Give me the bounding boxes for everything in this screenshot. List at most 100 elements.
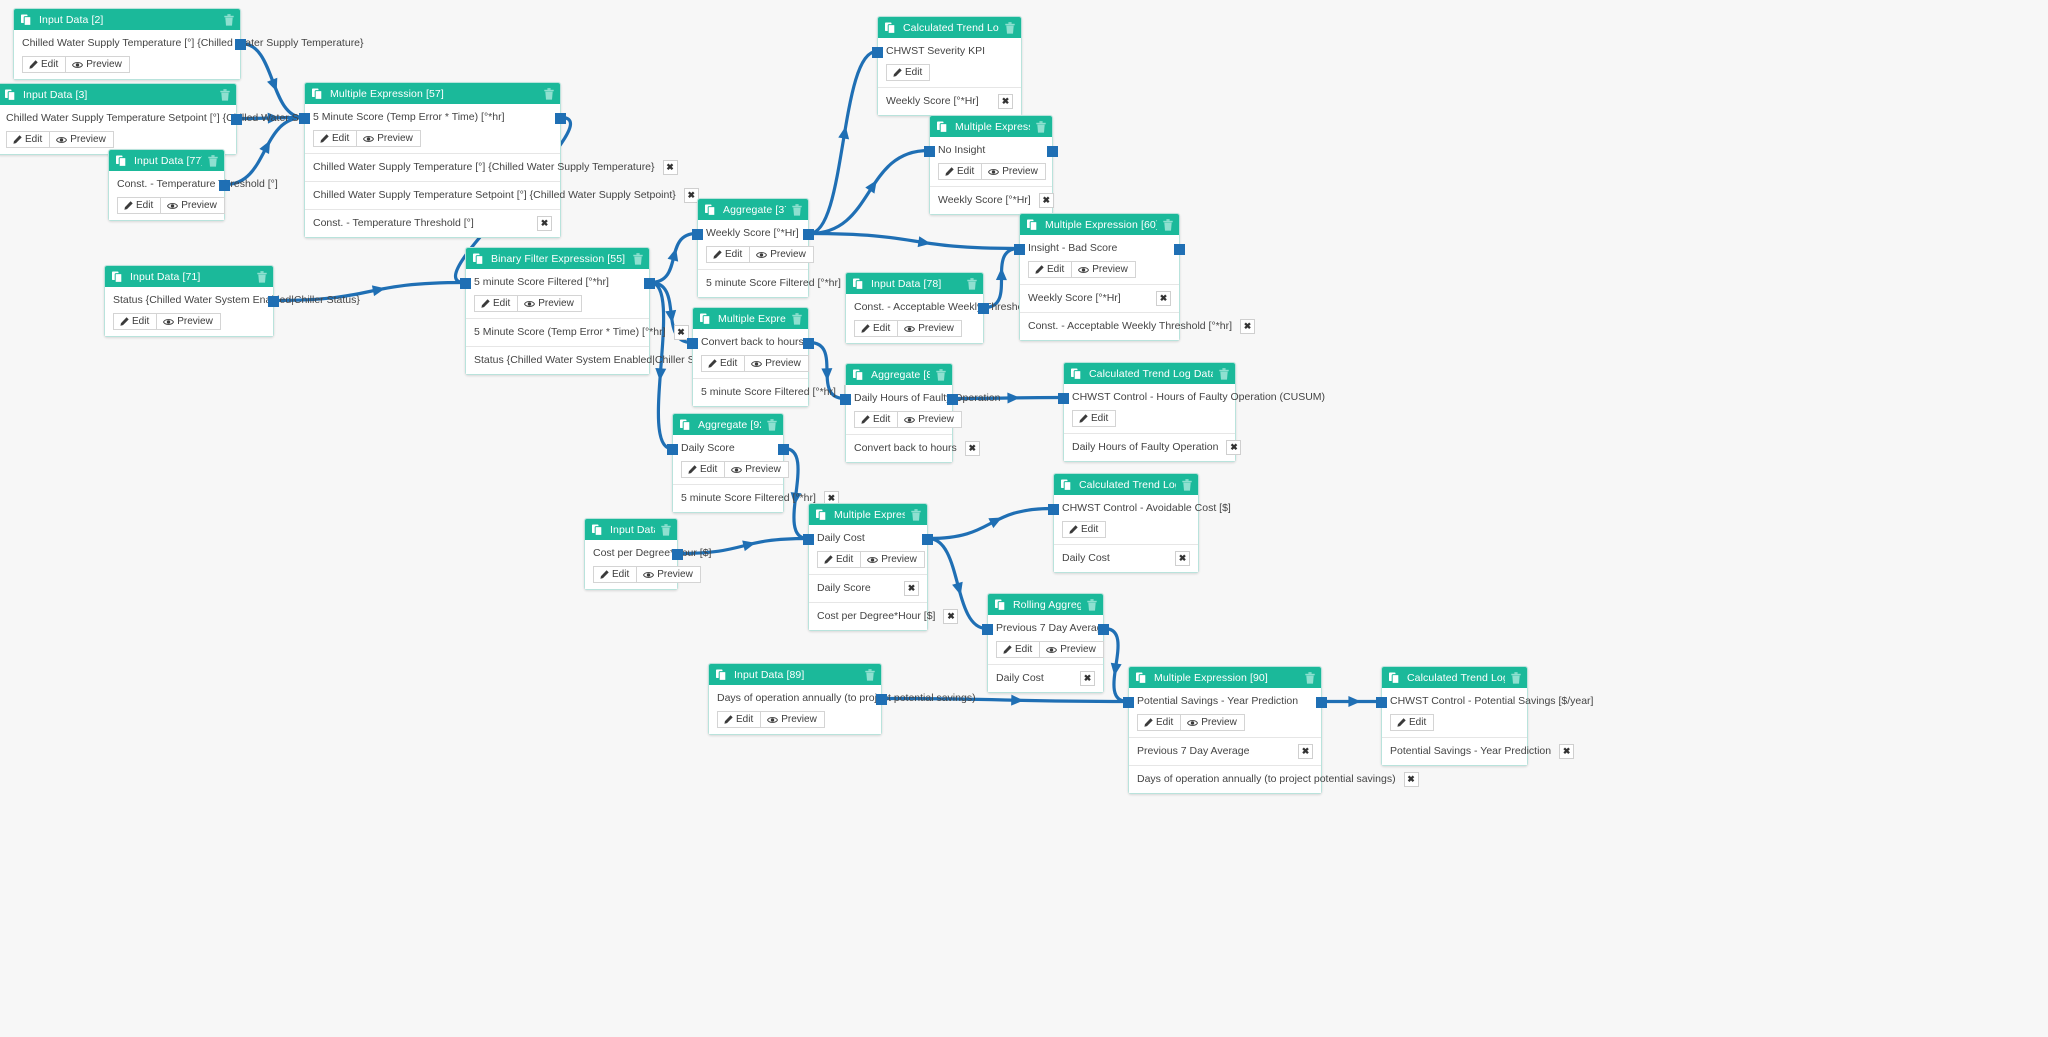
node-header-3[interactable]: Input Data [3]: [0, 84, 236, 105]
edit-button-86[interactable]: Edit: [1062, 521, 1107, 538]
preview-button-71[interactable]: Preview: [157, 313, 221, 330]
node-74[interactable]: Multiple Expression [74] No Insight Edit Pr…: [924, 115, 1058, 215]
preview-button-37[interactable]: Preview: [750, 246, 814, 263]
edit-button-78[interactable]: Edit: [854, 320, 899, 337]
trash-icon[interactable]: [1163, 218, 1173, 231]
trash-icon[interactable]: [936, 368, 946, 381]
edit-button-93[interactable]: Edit: [593, 566, 638, 583]
preview-button-60[interactable]: Preview: [1072, 261, 1136, 278]
output-port-60[interactable]: [1174, 244, 1185, 255]
preview-button-92[interactable]: Preview: [725, 461, 789, 478]
input-port-88[interactable]: [982, 624, 993, 635]
trash-icon[interactable]: [220, 88, 230, 101]
input-port-91[interactable]: [1376, 697, 1387, 708]
edit-button-81[interactable]: Edit: [854, 411, 899, 428]
input-port-94[interactable]: [803, 534, 814, 545]
trash-icon[interactable]: [792, 312, 802, 325]
input-port-82[interactable]: [1058, 393, 1069, 404]
edit-button-82[interactable]: Edit: [1072, 410, 1117, 427]
node-header-60[interactable]: Multiple Expression [60]: [1020, 214, 1179, 235]
preview-button-89[interactable]: Preview: [761, 711, 825, 728]
node-60[interactable]: Multiple Expression [60] Insight - Bad Sc…: [1014, 213, 1255, 341]
preview-button-93[interactable]: Preview: [637, 566, 701, 583]
output-port-77[interactable]: [219, 180, 230, 191]
edit-button-92[interactable]: Edit: [681, 461, 726, 478]
node-header-90[interactable]: Multiple Expression [90]: [1129, 667, 1321, 688]
input-port-73[interactable]: [872, 47, 883, 58]
node-91[interactable]: Calculated Trend Log Data [91] CHWST Cont…: [1376, 666, 1593, 766]
edit-button-60[interactable]: Edit: [1028, 261, 1073, 278]
node-header-57[interactable]: Multiple Expression [57]: [305, 83, 560, 104]
node-header-37[interactable]: Aggregate [37]: [698, 199, 808, 220]
preview-button-74[interactable]: Preview: [982, 163, 1046, 180]
output-port-94[interactable]: [922, 534, 933, 545]
trash-icon[interactable]: [1219, 367, 1229, 380]
trash-icon[interactable]: [633, 252, 643, 265]
remove-input-button-94-0[interactable]: ✖: [904, 581, 919, 596]
output-port-80[interactable]: [803, 338, 814, 349]
remove-input-button-90-1[interactable]: ✖: [1403, 772, 1419, 787]
remove-input-button-86-0[interactable]: ✖: [1175, 551, 1190, 566]
input-port-55[interactable]: [460, 278, 471, 289]
node-78[interactable]: Input Data [78] Const. - Acceptable Weekl…: [845, 272, 1058, 344]
edit-button-55[interactable]: Edit: [474, 295, 519, 312]
preview-button-94[interactable]: Preview: [861, 551, 925, 568]
input-port-92[interactable]: [667, 444, 678, 455]
node-header-77[interactable]: Input Data [77]: [109, 150, 224, 171]
input-port-86[interactable]: [1048, 504, 1059, 515]
trash-icon[interactable]: [257, 270, 267, 283]
input-port-80[interactable]: [687, 338, 698, 349]
output-port-93[interactable]: [672, 549, 683, 560]
edit-button-88[interactable]: Edit: [996, 641, 1041, 658]
node-header-81[interactable]: Aggregate [81]: [846, 364, 952, 385]
output-port-57[interactable]: [555, 113, 566, 124]
node-header-94[interactable]: Multiple Expression [94]: [809, 504, 927, 525]
edit-button-73[interactable]: Edit: [886, 64, 931, 81]
trash-icon[interactable]: [911, 508, 921, 521]
node-90[interactable]: Multiple Expression [90] Potential Saving…: [1123, 666, 1419, 794]
node-header-73[interactable]: Calculated Trend Log Data [73]: [878, 17, 1021, 38]
output-port-90[interactable]: [1316, 697, 1327, 708]
trash-icon[interactable]: [1182, 478, 1192, 491]
remove-input-button-60-1[interactable]: ✖: [1240, 319, 1255, 334]
node-73[interactable]: Calculated Trend Log Data [73] CHWST Seve…: [872, 16, 1022, 116]
node-header-82[interactable]: Calculated Trend Log Data [82]: [1064, 363, 1235, 384]
edit-button-57[interactable]: Edit: [313, 130, 358, 147]
output-port-88[interactable]: [1098, 624, 1109, 635]
remove-input-button-90-0[interactable]: ✖: [1298, 744, 1313, 759]
remove-input-button-91-0[interactable]: ✖: [1559, 744, 1575, 759]
node-header-89[interactable]: Input Data [89]: [709, 664, 881, 685]
edit-button-80[interactable]: Edit: [701, 355, 746, 372]
preview-button-3[interactable]: Preview: [50, 131, 114, 148]
node-header-55[interactable]: Binary Filter Expression [55]: [466, 248, 649, 269]
node-header-91[interactable]: Calculated Trend Log Data [91]: [1382, 667, 1527, 688]
output-port-78[interactable]: [978, 303, 989, 314]
preview-button-57[interactable]: Preview: [357, 130, 421, 147]
remove-input-button-73-0[interactable]: ✖: [998, 94, 1013, 109]
node-header-74[interactable]: Multiple Expression [74]: [930, 116, 1052, 137]
output-port-55[interactable]: [644, 278, 655, 289]
node-77[interactable]: Input Data [77] Const. - Temperature Thre…: [108, 149, 278, 221]
input-port-90[interactable]: [1123, 697, 1134, 708]
trash-icon[interactable]: [792, 203, 802, 216]
node-81[interactable]: Aggregate [81] Daily Hours of Faulty Oper…: [840, 363, 1000, 463]
output-port-3[interactable]: [231, 114, 242, 125]
trash-icon[interactable]: [767, 418, 777, 431]
remove-input-button-94-1[interactable]: ✖: [943, 609, 959, 624]
trash-icon[interactable]: [224, 13, 234, 26]
preview-button-80[interactable]: Preview: [745, 355, 809, 372]
preview-button-2[interactable]: Preview: [66, 56, 130, 73]
node-3[interactable]: Input Data [3] Chilled Water Supply Tempe…: [0, 83, 369, 155]
node-71[interactable]: Input Data [71] Status {Chilled Water Sys…: [104, 265, 360, 337]
node-header-86[interactable]: Calculated Trend Log Data [86]: [1054, 474, 1198, 495]
output-port-89[interactable]: [876, 694, 887, 705]
node-2[interactable]: Input Data [2] Chilled Water Supply Tempe…: [13, 8, 364, 80]
remove-input-button-82-0[interactable]: ✖: [1226, 440, 1242, 455]
remove-input-button-60-0[interactable]: ✖: [1156, 291, 1171, 306]
node-37[interactable]: Aggregate [37] Weekly Score [°*Hr] Edit Pre…: [692, 198, 864, 298]
edit-button-74[interactable]: Edit: [938, 163, 983, 180]
trash-icon[interactable]: [544, 87, 554, 100]
input-port-60[interactable]: [1014, 244, 1025, 255]
node-header-80[interactable]: Multiple Expression [80]: [693, 308, 808, 329]
trash-icon[interactable]: [661, 523, 671, 536]
